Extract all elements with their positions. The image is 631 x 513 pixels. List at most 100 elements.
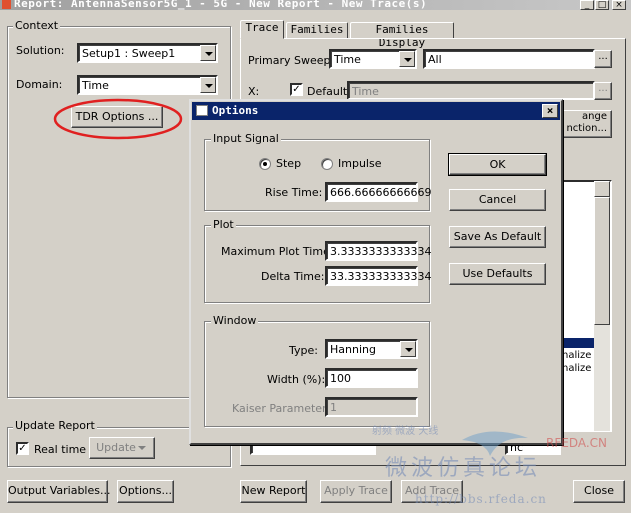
- x-expression-value: Time: [352, 85, 379, 98]
- options-dialog: Options × Input Signal Step Impulse Rise…: [189, 99, 563, 445]
- window-group-label: Window: [211, 314, 259, 327]
- kaiser-parameter-value: 1: [330, 401, 337, 414]
- window-type-value: Hanning: [330, 343, 376, 356]
- primary-sweep-label: Primary Sweep:: [248, 54, 335, 67]
- new-report-label: New Report: [241, 484, 306, 497]
- chevron-down-icon: [399, 51, 415, 67]
- plot-label: Plot: [211, 218, 236, 231]
- window-title: Report: AntennaSensor5G_1 - 5G - New Rep…: [14, 0, 428, 10]
- maximize-button[interactable]: □: [595, 0, 609, 10]
- window-width-value: 100: [330, 372, 351, 385]
- options-dialog-title: Options: [212, 104, 259, 117]
- rise-time-label: Rise Time:: [265, 186, 323, 199]
- options-dialog-title-bar: Options ×: [192, 102, 560, 120]
- watermark-small-text: 射频 微波 天线: [372, 426, 439, 437]
- update-button[interactable]: Update: [89, 437, 155, 459]
- output-variables-label: Output Variables...: [8, 484, 111, 497]
- rise-time-value: 666.66666666669: [330, 186, 432, 199]
- max-plot-time-label: Maximum Plot Time:: [221, 245, 334, 258]
- x-default-checkbox[interactable]: ✓: [290, 83, 303, 96]
- output-variables-button[interactable]: Output Variables...: [7, 480, 111, 503]
- chevron-down-icon: [400, 341, 416, 357]
- list-item[interactable]: nalize: [562, 363, 591, 374]
- impulse-radio[interactable]: [321, 158, 333, 170]
- tab-trace[interactable]: Trace: [240, 20, 284, 39]
- solution-select[interactable]: Setup1 : Sweep1: [77, 43, 218, 63]
- realtime-checkbox[interactable]: ✓: [16, 442, 29, 455]
- input-signal-label: Input Signal: [211, 132, 281, 145]
- update-report-label: Update Report: [13, 419, 97, 432]
- list-scrollbar[interactable]: [594, 181, 610, 431]
- ellipsis-label: ...: [598, 51, 608, 62]
- x-default-label: Default: [307, 85, 348, 98]
- window-width-label: Width (%):: [267, 373, 326, 386]
- primary-sweep-ellipsis-button[interactable]: ...: [594, 50, 612, 68]
- ok-label: OK: [489, 158, 506, 171]
- step-radio[interactable]: [259, 158, 271, 170]
- step-label: Step: [276, 157, 302, 170]
- watermark-url: http://bbs.rfeda.cn: [415, 492, 547, 506]
- x-ellipsis-button[interactable]: ...: [594, 82, 612, 100]
- cancel-button[interactable]: Cancel: [449, 189, 546, 211]
- x-label: X:: [248, 85, 260, 98]
- window-width-input[interactable]: 100: [325, 368, 418, 388]
- max-plot-time-input[interactable]: 3.3333333333334: [325, 241, 431, 261]
- scroll-up-button[interactable]: [594, 181, 610, 197]
- apply-trace-button[interactable]: Apply Trace: [320, 480, 392, 503]
- close-label: Close: [584, 484, 614, 497]
- rise-time-input[interactable]: 666.66666666669: [325, 182, 431, 202]
- window-title-bar: Report: AntennaSensor5G_1 - 5G - New Rep…: [0, 0, 631, 10]
- delta-time-value: 33.333333333334: [330, 270, 432, 283]
- domain-label: Domain:: [16, 78, 63, 91]
- new-report-button[interactable]: New Report: [240, 480, 307, 503]
- save-as-default-button[interactable]: Save As Default: [449, 226, 546, 248]
- x-expression-field[interactable]: Time: [347, 81, 595, 100]
- watermark-title: 微波仿真论坛: [385, 456, 542, 481]
- chevron-down-icon: [200, 77, 216, 93]
- solution-select-value: Setup1 : Sweep1: [82, 47, 176, 60]
- kaiser-parameter-input[interactable]: 1: [325, 397, 418, 417]
- list-item[interactable]: nalize: [562, 350, 591, 361]
- tab-families-label: Families: [290, 23, 344, 36]
- delta-time-label: Delta Time:: [261, 270, 325, 283]
- check-icon: ✓: [292, 84, 301, 95]
- context-group-label: Context: [13, 19, 61, 32]
- ellipsis-label: ...: [598, 83, 608, 94]
- use-defaults-label: Use Defaults: [462, 267, 533, 280]
- impulse-label: Impulse: [338, 157, 382, 170]
- app-icon: [2, 0, 11, 9]
- realtime-label: Real time: [34, 443, 87, 456]
- list-selection: [560, 338, 596, 348]
- check-icon: ✓: [18, 443, 27, 454]
- update-button-label: Update: [96, 441, 136, 454]
- apply-trace-label: Apply Trace: [324, 484, 388, 497]
- window-type-select[interactable]: Hanning: [325, 339, 418, 359]
- scroll-thumb[interactable]: [594, 197, 610, 325]
- solution-label: Solution:: [16, 44, 65, 57]
- options-button[interactable]: Options...: [117, 480, 174, 503]
- delta-time-input[interactable]: 33.333333333334: [325, 266, 431, 286]
- close-icon: ×: [546, 104, 554, 117]
- tab-families[interactable]: Families: [286, 22, 348, 39]
- options-label: Options...: [119, 484, 172, 497]
- primary-sweep-range-field[interactable]: All: [423, 49, 595, 69]
- domain-select[interactable]: Time: [77, 75, 218, 95]
- window-close-button[interactable]: ×: [612, 0, 626, 10]
- watermark-logo: RFEDA.CN: [546, 436, 608, 450]
- tab-trace-label: Trace: [245, 21, 279, 34]
- chevron-down-icon: [200, 45, 216, 61]
- annotation-circle: [53, 98, 183, 140]
- close-button[interactable]: Close: [573, 480, 625, 503]
- tab-families-display[interactable]: Families Display: [350, 22, 454, 49]
- dialog-close-icon[interactable]: ×: [542, 104, 558, 118]
- minimize-button[interactable]: _: [580, 0, 594, 10]
- save-as-default-label: Save As Default: [453, 230, 542, 243]
- primary-sweep-value: Time: [334, 53, 361, 66]
- window-type-label: Type:: [289, 344, 318, 357]
- primary-sweep-select[interactable]: Time: [329, 49, 417, 69]
- chevron-down-icon: [138, 446, 146, 450]
- cancel-label: Cancel: [478, 193, 517, 206]
- ok-button[interactable]: OK: [448, 153, 547, 176]
- use-defaults-button[interactable]: Use Defaults: [449, 263, 546, 285]
- primary-sweep-range-value: All: [428, 53, 442, 66]
